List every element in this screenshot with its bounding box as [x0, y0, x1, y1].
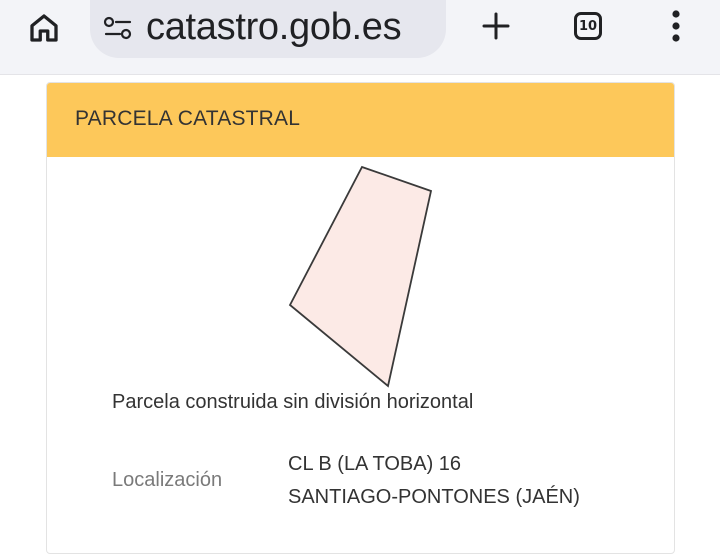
location-municipality: SANTIAGO-PONTONES (JAÉN): [288, 486, 580, 508]
new-tab-button[interactable]: [474, 4, 518, 48]
more-vert-icon: [672, 10, 680, 42]
tab-count: 10: [574, 12, 602, 40]
home-icon: [30, 14, 58, 42]
tune-icon: [103, 16, 132, 40]
location-label: Localización: [112, 469, 223, 491]
url-text[interactable]: catastro.gob.es: [146, 4, 402, 50]
parcel-description: Parcela construida sin división horizont…: [112, 391, 474, 413]
parcel-shape: [288, 165, 433, 388]
browser-toolbar: catastro.gob.es 10: [0, 0, 720, 75]
menu-button[interactable]: [660, 6, 692, 46]
home-button[interactable]: [22, 8, 66, 48]
site-settings-button[interactable]: [100, 12, 136, 44]
location-address: CL B (LA TOBA) 16: [288, 453, 462, 475]
plus-icon: [482, 12, 510, 40]
card-title: PARCELA CATASTRAL: [75, 107, 301, 130]
tab-switcher-button[interactable]: 10: [568, 8, 608, 44]
card-header: PARCELA CATASTRAL: [47, 83, 674, 157]
parcel-card: PARCELA CATASTRAL Parcela construida sin…: [46, 82, 675, 554]
address-bar[interactable]: catastro.gob.es: [90, 0, 446, 58]
parcel-polygon: [288, 165, 433, 388]
